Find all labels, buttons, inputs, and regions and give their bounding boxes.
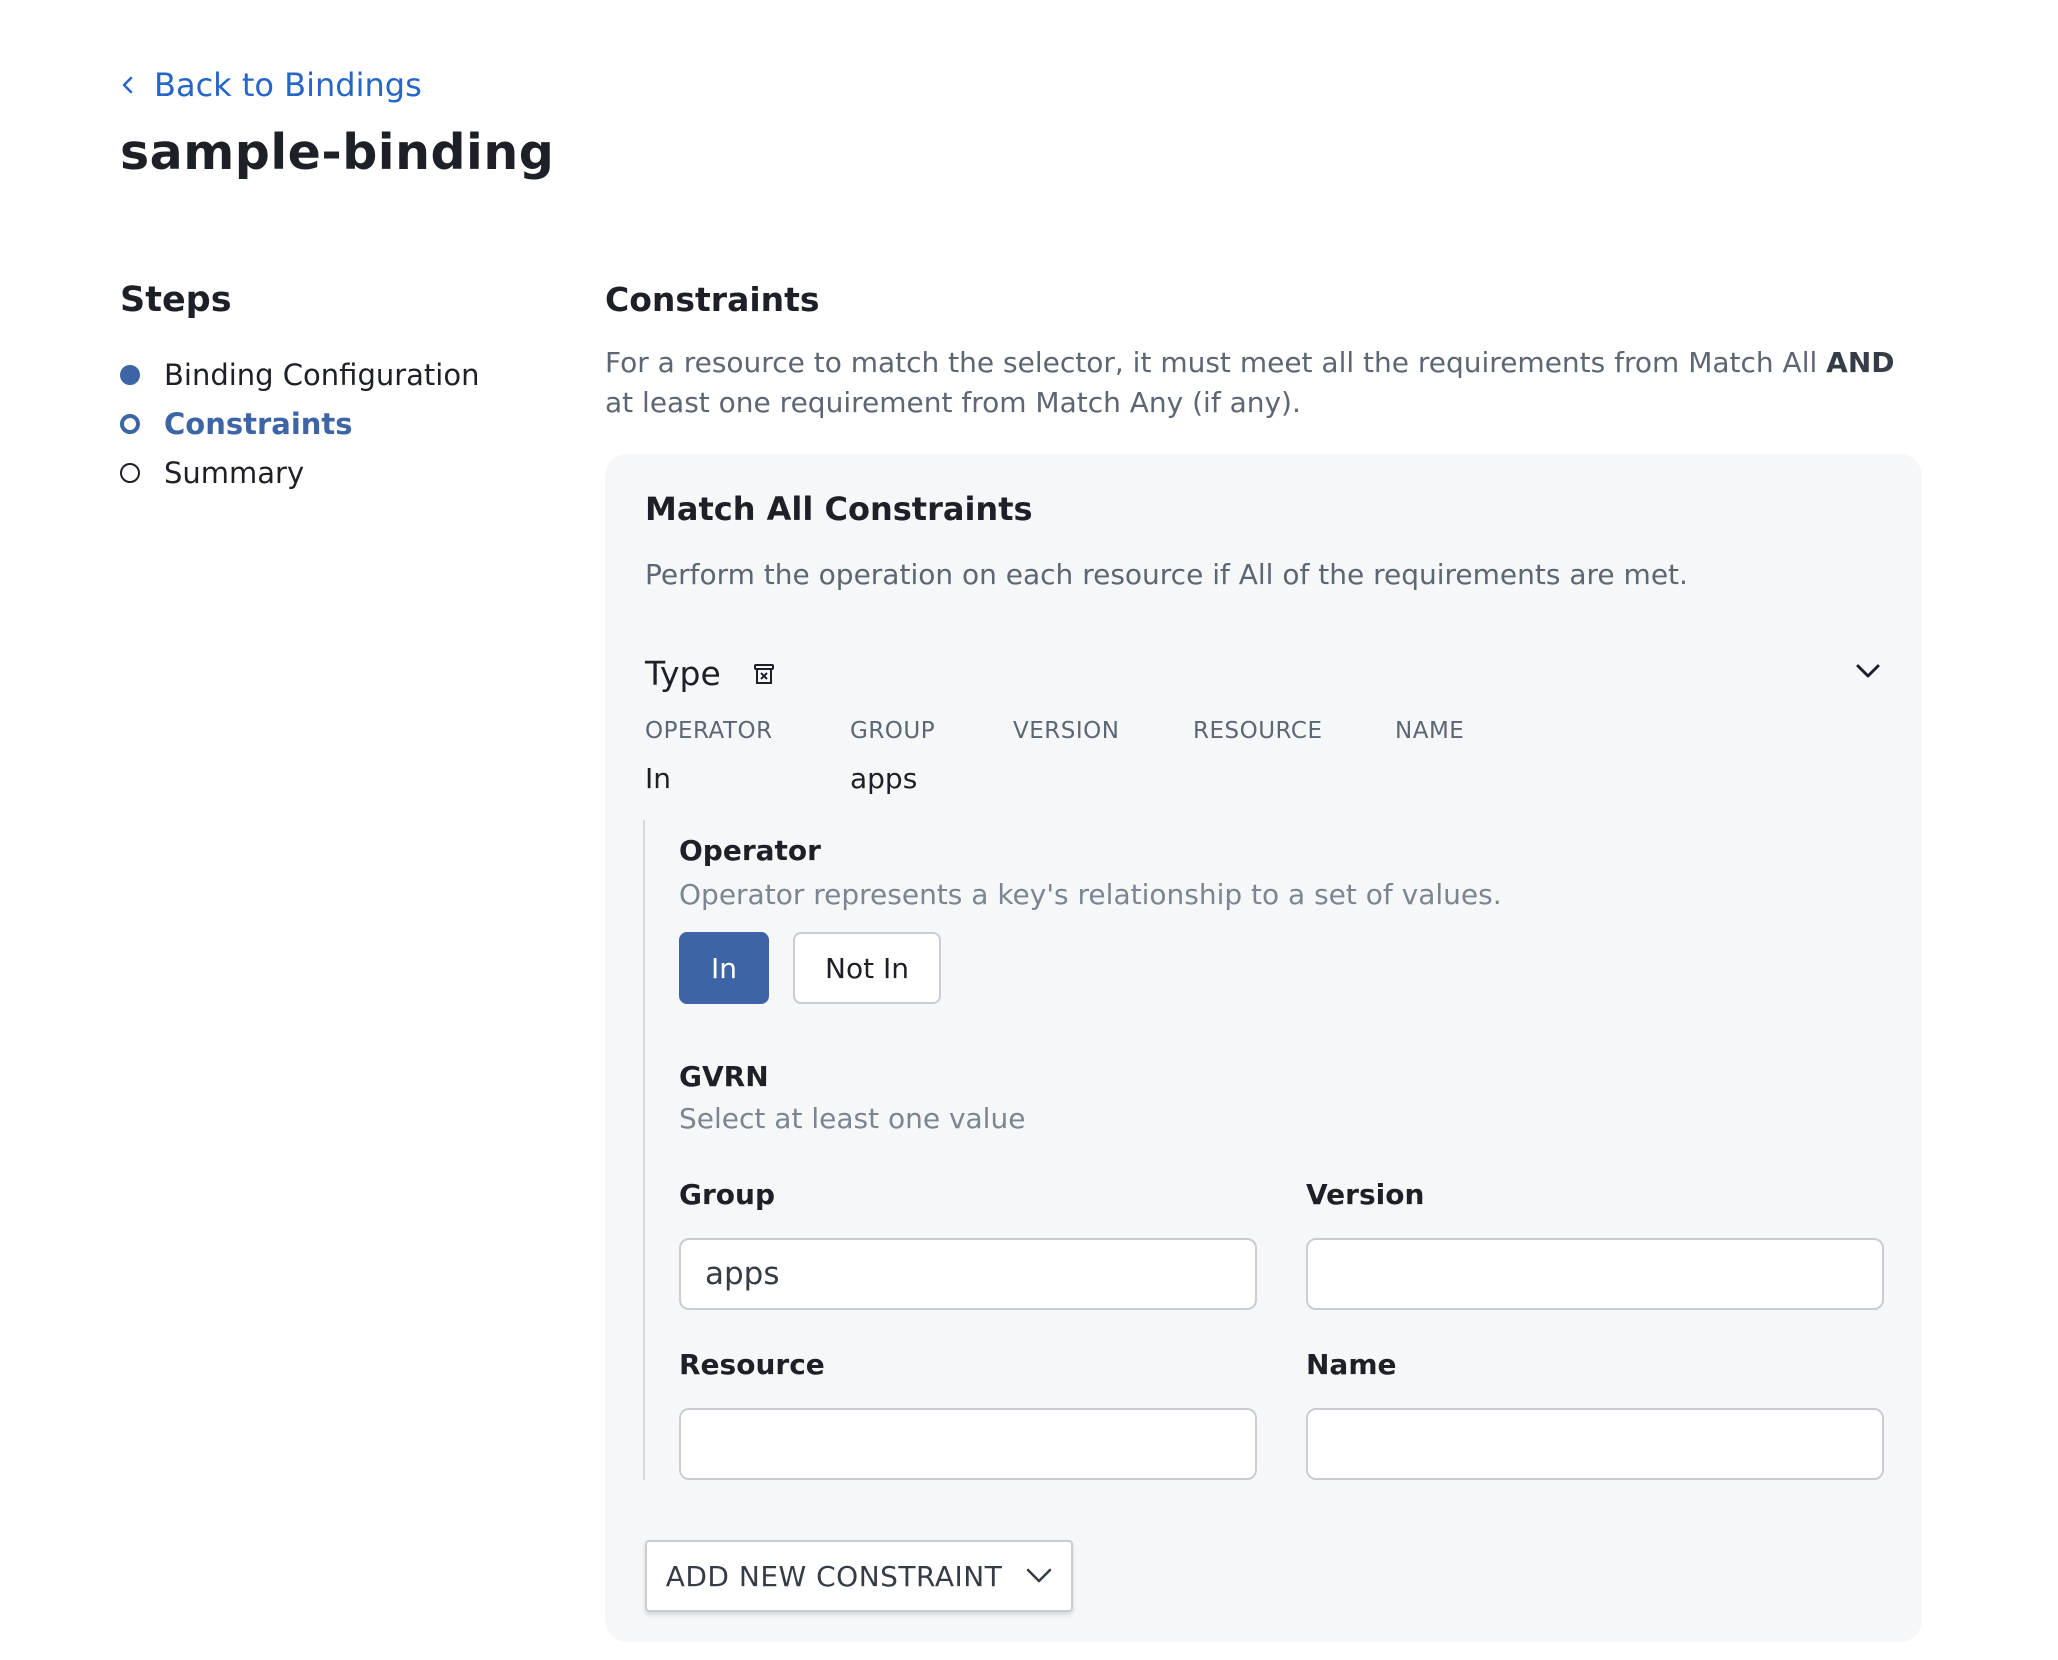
operator-in-button[interactable]: In — [679, 932, 769, 1004]
resource-label: Resource — [679, 1348, 825, 1381]
add-new-constraint-button[interactable]: ADD NEW CONSTRAINT — [645, 1540, 1073, 1612]
chevron-left-icon — [122, 76, 133, 94]
card-title: Match All Constraints — [645, 490, 1033, 528]
steps-title: Steps — [120, 280, 232, 320]
step-label: Summary — [164, 455, 305, 490]
step-current-icon — [120, 413, 140, 434]
group-input[interactable] — [679, 1238, 1257, 1310]
chevron-down-icon — [1027, 1568, 1052, 1583]
step-constraints[interactable]: Constraints — [120, 399, 540, 448]
group-label: Group — [679, 1178, 776, 1211]
value-group: apps — [850, 762, 918, 795]
step-complete-icon — [120, 364, 140, 385]
version-input[interactable] — [1306, 1238, 1884, 1310]
operator-title: Operator — [679, 834, 821, 867]
delete-icon[interactable] — [751, 661, 777, 687]
step-label: Constraints — [164, 406, 353, 441]
step-summary[interactable]: Summary — [120, 448, 540, 497]
column-header-group: GROUP — [850, 718, 936, 744]
resource-input[interactable] — [679, 1408, 1257, 1480]
and-emphasis: AND — [1826, 346, 1895, 379]
column-header-resource: RESOURCE — [1193, 718, 1323, 744]
chevron-down-icon[interactable] — [1854, 660, 1882, 682]
operator-not-in-button[interactable]: Not In — [793, 932, 941, 1004]
constraints-section: Constraints For a resource to match the … — [605, 280, 1925, 423]
step-label: Binding Configuration — [164, 357, 480, 392]
type-constraint-header: Type — [645, 654, 777, 693]
gvrn-description: Select at least one value — [679, 1102, 1026, 1135]
step-pending-icon — [120, 462, 140, 483]
step-binding-configuration[interactable]: Binding Configuration — [120, 350, 540, 399]
section-title: Constraints — [605, 280, 820, 319]
name-input[interactable] — [1306, 1408, 1884, 1480]
column-header-name: NAME — [1395, 718, 1465, 744]
column-header-version: VERSION — [1013, 718, 1120, 744]
name-label: Name — [1306, 1348, 1397, 1381]
operator-description: Operator represents a key's relationship… — [679, 878, 1502, 911]
column-header-operator: OPERATOR — [645, 718, 773, 744]
gvrn-title: GVRN — [679, 1060, 769, 1093]
back-link-label: Back to Bindings — [154, 66, 422, 104]
operator-toggle: In Not In — [679, 932, 941, 1004]
add-button-label: ADD NEW CONSTRAINT — [665, 1559, 1003, 1593]
steps-nav: Steps Binding Configuration Constraints … — [120, 280, 540, 497]
back-to-bindings-link[interactable]: Back to Bindings — [120, 66, 422, 104]
type-label: Type — [645, 654, 721, 693]
constraint-detail-panel: Operator Operator represents a key's rel… — [643, 820, 1884, 1480]
page-title: sample-binding — [120, 124, 555, 181]
card-description: Perform the operation on each resource i… — [645, 558, 1688, 591]
section-description: For a resource to match the selector, it… — [605, 346, 1895, 419]
version-label: Version — [1306, 1178, 1425, 1211]
match-all-constraints-card: Match All Constraints Perform the operat… — [605, 454, 1922, 1642]
value-operator: In — [645, 762, 672, 795]
